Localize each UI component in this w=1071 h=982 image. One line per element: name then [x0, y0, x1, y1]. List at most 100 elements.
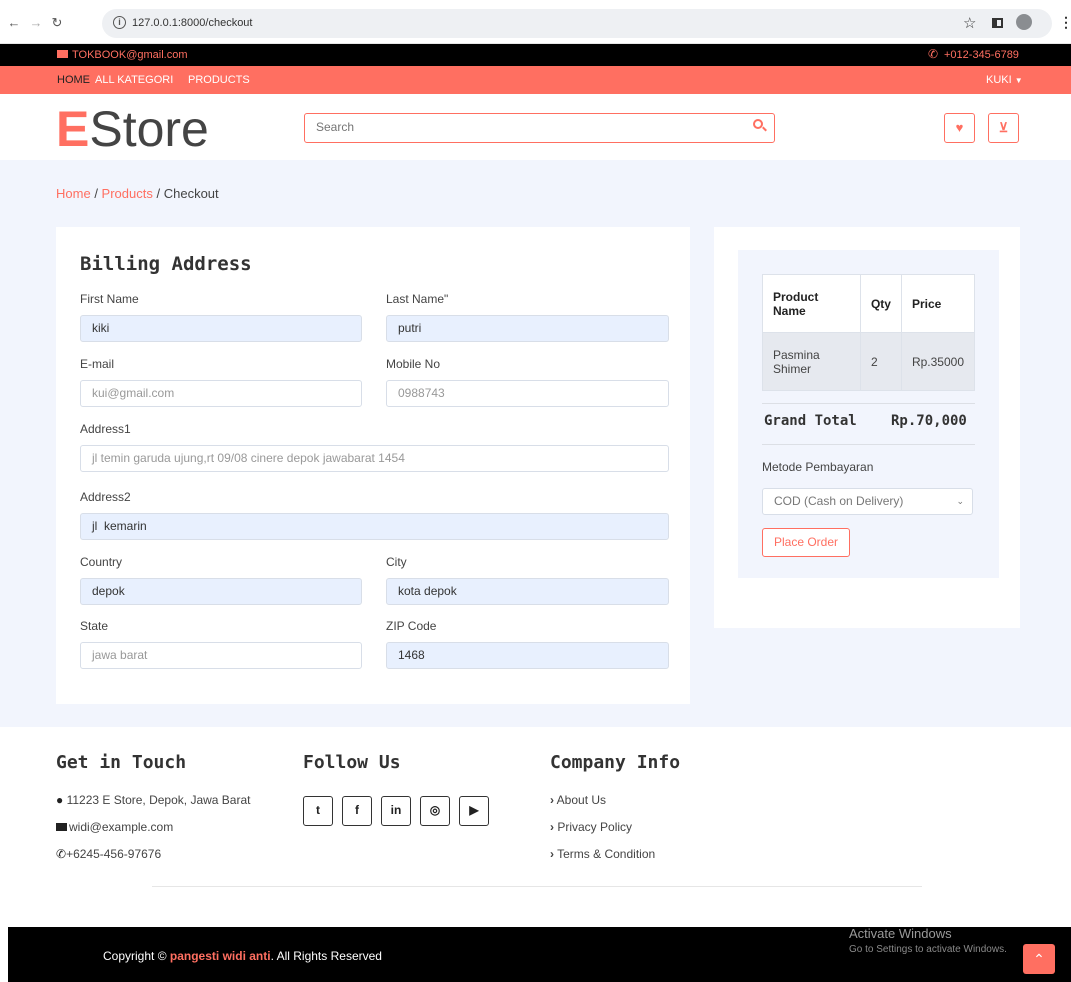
zip-label: ZIP Code — [386, 619, 437, 633]
copyright-text: Copyright © pangesti widi anti. All Righ… — [103, 949, 382, 963]
user-menu[interactable]: KUKI ▼ — [986, 74, 1023, 86]
nav-home[interactable]: HOME — [57, 74, 90, 86]
mobile-label: Mobile No — [386, 357, 441, 371]
footer-phone-text: +6245-456-97676 — [66, 847, 162, 861]
city-label: City — [386, 555, 407, 569]
topbar-email[interactable]: TOKBOOK@gmail.com — [72, 49, 188, 61]
summary-divider — [762, 403, 975, 404]
table-header-row: Product Name Qty Price — [762, 274, 976, 333]
footer-contact-title: Get in Touch — [56, 752, 187, 773]
logo-store: Store — [89, 101, 209, 157]
cart-icon: ⊻ — [998, 120, 1009, 135]
instagram-icon[interactable]: ◎ — [420, 796, 450, 826]
cell-price: Rp.35000 — [900, 332, 976, 391]
mobile-field[interactable]: 0988743 — [386, 380, 669, 407]
site-info-icon[interactable]: i — [113, 16, 126, 29]
order-table: Product Name Qty Price Pasmina Shimer 2 … — [762, 274, 976, 391]
first-name-label: First Name — [80, 292, 139, 306]
caret-down-icon: ▼ — [1014, 76, 1023, 85]
first-name-field[interactable]: kiki — [80, 315, 362, 342]
youtube-icon[interactable]: ▶ — [459, 796, 489, 826]
footer-email: widi@example.com — [56, 820, 173, 834]
search-input[interactable] — [316, 120, 716, 134]
nav-all-kategori[interactable]: ALL KATEGORI — [95, 74, 173, 86]
footer-link-label: Privacy Policy — [557, 820, 633, 834]
col-qty: Qty — [859, 274, 902, 333]
twitter-icon[interactable]: t — [303, 796, 333, 826]
bookmark-star-icon[interactable]: ☆ — [963, 14, 976, 32]
footer-link-terms[interactable]: › Terms & Condition — [550, 847, 655, 861]
wishlist-button[interactable]: ♥ — [944, 113, 975, 143]
billing-title: Billing Address — [80, 253, 252, 275]
envelope-icon — [57, 50, 68, 58]
email-field[interactable]: kui@gmail.com — [80, 380, 362, 407]
url-text[interactable]: 127.0.0.1:8000/checkout — [132, 17, 252, 29]
back-to-top-button[interactable]: ⌃ — [1023, 944, 1055, 974]
payment-method-label: Metode Pembayaran — [762, 460, 874, 474]
footer-address-text: 11223 E Store, Depok, Jawa Barat — [66, 793, 251, 807]
cart-button[interactable]: ⊻ — [988, 113, 1019, 143]
address2-field[interactable]: jl kemarin — [80, 513, 669, 540]
grand-total-value: Rp.70,000 — [891, 413, 967, 429]
chevron-up-icon: ⌃ — [1033, 951, 1045, 967]
forward-icon[interactable]: → — [29, 16, 43, 30]
country-label: Country — [80, 555, 123, 569]
breadcrumb-products[interactable]: Products — [102, 186, 153, 201]
browser-menu-icon[interactable]: ⋮ — [1059, 14, 1071, 31]
table-row: Pasmina Shimer 2 Rp.35000 — [762, 332, 976, 391]
footer-divider — [152, 886, 922, 887]
address1-label: Address1 — [80, 422, 131, 436]
col-product-name: Product Name — [762, 274, 861, 333]
user-name: KUKI — [986, 74, 1012, 86]
payment-method-select[interactable]: COD (Cash on Delivery) ⌄ — [762, 488, 973, 515]
breadcrumb-separator: / — [94, 186, 102, 201]
last-name-label: Last Name" — [386, 292, 449, 306]
chevron-right-icon: › — [550, 820, 554, 834]
footer-link-about[interactable]: › About Us — [550, 793, 606, 807]
footer-address: ● 11223 E Store, Depok, Jawa Barat — [56, 793, 250, 807]
breadcrumb-home[interactable]: Home — [56, 186, 91, 201]
country-field[interactable]: depok — [80, 578, 362, 605]
address2-label: Address2 — [80, 490, 131, 504]
logo[interactable]: EStore — [56, 100, 209, 158]
chevron-down-icon: ⌄ — [956, 496, 964, 506]
linkedin-icon[interactable]: in — [381, 796, 411, 826]
footer-email-text: widi@example.com — [69, 820, 174, 834]
footer-link-privacy[interactable]: › Privacy Policy — [550, 820, 632, 834]
activate-windows-title: Activate Windows — [849, 926, 952, 941]
footer-link-label: About Us — [556, 793, 607, 807]
copyright-brand[interactable]: pangesti widi anti — [170, 949, 271, 963]
zip-field[interactable]: 1468 — [386, 642, 669, 669]
footer-phone: ✆+6245-456-97676 — [56, 847, 161, 861]
reload-icon[interactable]: ↻ — [50, 16, 64, 30]
address1-field[interactable]: jl temin garuda ujung,rt 09/08 cinere de… — [80, 445, 669, 472]
profile-avatar[interactable] — [1016, 14, 1032, 30]
back-icon[interactable]: ← — [7, 16, 21, 30]
city-field[interactable]: kota depok — [386, 578, 669, 605]
breadcrumb: Home / Products / Checkout — [56, 186, 219, 201]
grand-total-label: Grand Total — [764, 413, 857, 429]
summary-divider — [762, 444, 975, 445]
sidepanel-icon[interactable] — [992, 18, 1003, 28]
map-marker-icon: ● — [56, 793, 64, 807]
state-label: State — [80, 619, 109, 633]
breadcrumb-separator: / — [156, 186, 164, 201]
nav-products[interactable]: PRODUCTS — [188, 74, 250, 86]
cell-product: Pasmina Shimer — [762, 332, 861, 391]
chevron-right-icon: › — [550, 793, 554, 807]
footer-link-label: Terms & Condition — [557, 847, 656, 861]
payment-method-value: COD (Cash on Delivery) — [774, 494, 904, 508]
state-field[interactable]: jawa barat — [80, 642, 362, 669]
logo-e: E — [56, 101, 90, 157]
chevron-right-icon: › — [550, 847, 554, 861]
email-label: E-mail — [80, 357, 115, 371]
breadcrumb-current: Checkout — [163, 186, 219, 201]
last-name-field[interactable]: putri — [386, 315, 669, 342]
copyright-suffix: . All Rights Reserved — [270, 949, 382, 963]
copyright-prefix: Copyright © — [103, 949, 167, 963]
facebook-icon[interactable]: f — [342, 796, 372, 826]
topbar-phone[interactable]: +012-345-6789 — [944, 49, 1019, 61]
place-order-button[interactable]: Place Order — [762, 528, 850, 557]
col-price: Price — [900, 274, 976, 333]
phone-icon: ✆ — [56, 847, 67, 861]
